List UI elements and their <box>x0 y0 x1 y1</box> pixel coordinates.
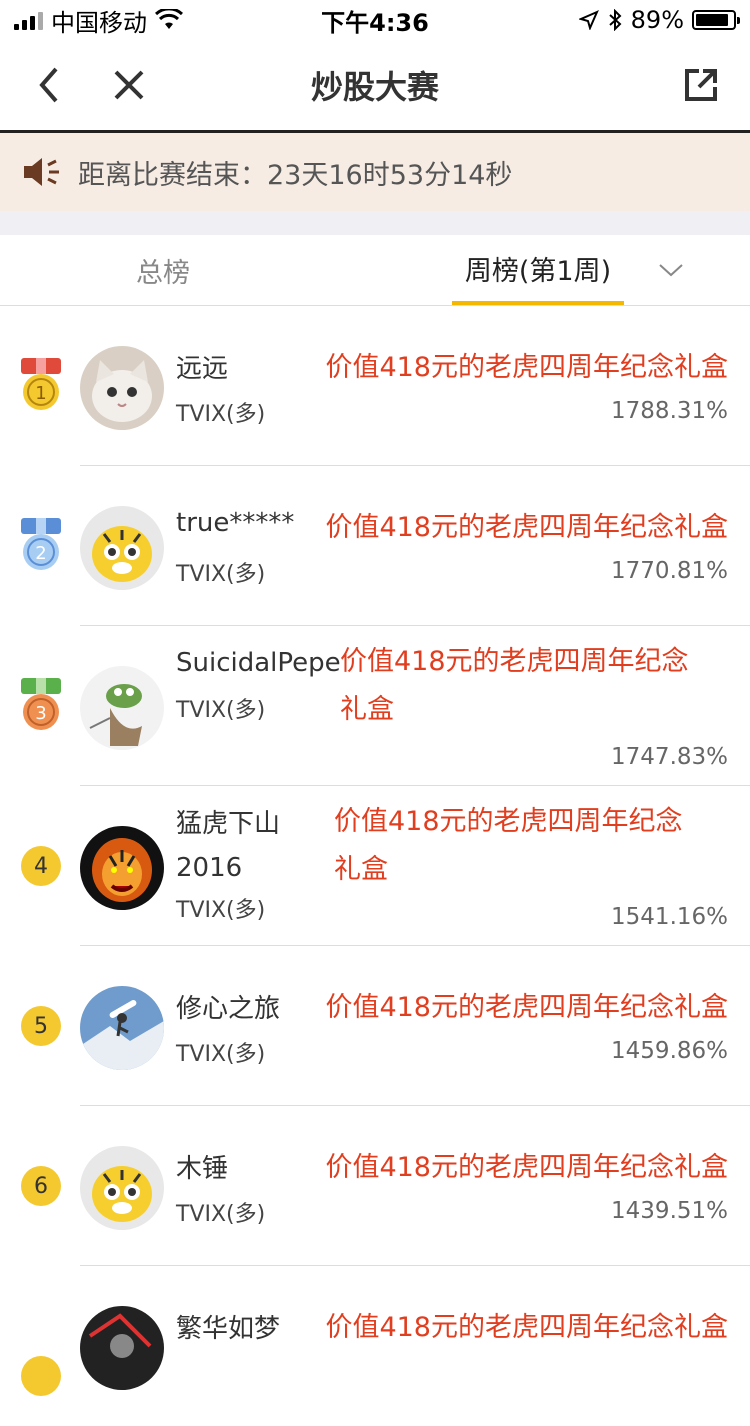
cat-avatar-icon <box>80 346 164 430</box>
avatar[interactable] <box>80 986 164 1070</box>
wifi-icon <box>155 9 183 29</box>
rank-badge: 2 <box>19 466 63 626</box>
share-button[interactable] <box>666 50 736 120</box>
rank-badge: 4 <box>19 786 63 946</box>
user-name: 远远 <box>176 354 229 384</box>
location-arrow-icon <box>578 10 599 30</box>
rank-number: 5 <box>21 1006 61 1046</box>
dark-avatar-icon <box>80 1306 164 1390</box>
user-name: true***** <box>176 508 295 538</box>
prize-text: 价值418元的老虎四周年纪念礼盒 <box>325 1152 728 1183</box>
rank-badge <box>19 1266 63 1426</box>
return-percent: 1770.81% <box>611 558 728 584</box>
svg-text:3: 3 <box>35 703 46 724</box>
rank-number <box>21 1356 61 1396</box>
prize-text: 价值418元的老虎四周年纪念 礼盒 <box>334 798 728 894</box>
battery-percent: 89% <box>630 6 684 34</box>
rank-badge: 6 <box>19 1106 63 1266</box>
avatar[interactable] <box>80 666 164 750</box>
countdown-text: 距离比赛结束：23天16时53分14秒 <box>78 159 513 191</box>
avatar[interactable] <box>80 1146 164 1230</box>
prize-line: 礼盒 <box>340 694 394 725</box>
avatar[interactable] <box>80 346 164 430</box>
silver-medal-icon: 2 <box>21 518 61 570</box>
prize-text: 价值418元的老虎四周年纪念礼盒 <box>325 512 728 543</box>
rank-badge: 5 <box>19 946 63 1106</box>
snowboard-avatar-icon <box>80 986 164 1070</box>
section-gap <box>0 211 750 235</box>
avatar[interactable] <box>80 506 164 590</box>
bronze-medal-icon: 3 <box>21 678 61 730</box>
prize-line: 价值418元的老虎四周年纪念 <box>334 806 683 837</box>
list-item[interactable]: 1 远远 TVIX(多) 价值418元的老虎四周年纪念礼盒 1788.31% <box>0 306 750 466</box>
list-item[interactable]: 5 修心之旅 TVIX(多) 价值418元的老虎四周年纪念礼盒 1459.86% <box>0 946 750 1106</box>
week-dropdown-button[interactable] <box>636 235 706 305</box>
prize-text: 价值418元的老虎四周年纪念礼盒 <box>325 992 728 1023</box>
nav-bar: 炒股大赛 <box>0 40 750 133</box>
rank-badge: 3 <box>19 626 63 786</box>
rank-badge: 1 <box>19 306 63 466</box>
avatar[interactable] <box>80 826 164 910</box>
prize-text: 价值418元的老虎四周年纪念礼盒 <box>325 1312 728 1343</box>
prize-line: 价值418元的老虎四周年纪念 <box>340 646 689 677</box>
leaderboard-tabs: 总榜 周榜(第1周) <box>0 235 750 306</box>
list-item[interactable]: 2 true***** TVIX(多) 价值418元的老虎四周年纪念礼盒 177… <box>0 466 750 626</box>
position-label: TVIX(多) <box>176 562 266 587</box>
user-name: 猛虎下山 2016 <box>176 802 280 890</box>
svg-text:2: 2 <box>35 543 46 564</box>
user-name: SuicidalPepe <box>176 648 341 678</box>
chevron-down-icon <box>659 264 683 277</box>
back-button[interactable] <box>14 50 84 120</box>
name-line: 猛虎下山 <box>176 809 281 839</box>
position-label: TVIX(多) <box>176 1042 266 1067</box>
gold-medal-icon: 1 <box>21 358 61 410</box>
battery-icon <box>692 10 740 30</box>
position-label: TVIX(多) <box>176 898 266 923</box>
return-percent: 1439.51% <box>611 1198 728 1224</box>
list-item[interactable]: 3 SuicidalPepe TVIX(多) 价值418元的老虎四周年纪念 礼盒… <box>0 626 750 786</box>
user-name: 木锤 <box>176 1154 229 1184</box>
position-label: TVIX(多) <box>176 402 266 427</box>
return-percent: 1541.16% <box>611 904 728 930</box>
list-item[interactable]: 繁华如梦 价值418元的老虎四周年纪念礼盒 <box>0 1266 750 1426</box>
speaker-icon <box>24 158 59 186</box>
signal-icon <box>14 10 43 30</box>
bluetooth-icon <box>608 9 622 31</box>
status-bar: 中国移动 下午4:36 89% <box>0 0 750 40</box>
user-name: 繁华如梦 <box>176 1314 281 1344</box>
prize-text: 价值418元的老虎四周年纪念礼盒 <box>325 352 728 383</box>
prize-text: 价值418元的老虎四周年纪念 礼盒 <box>340 638 728 734</box>
rank-number: 4 <box>21 846 61 886</box>
chevron-left-icon <box>39 67 58 103</box>
close-button[interactable] <box>94 50 164 120</box>
position-label: TVIX(多) <box>176 698 266 723</box>
tab-total[interactable]: 总榜 <box>0 235 326 305</box>
prize-line: 礼盒 <box>334 854 388 885</box>
position-label: TVIX(多) <box>176 1202 266 1227</box>
list-item[interactable]: 6 木锤 TVIX(多) 价值418元的老虎四周年纪念礼盒 1439.51% <box>0 1106 750 1266</box>
user-name: 修心之旅 <box>176 994 281 1024</box>
svg-text:1: 1 <box>35 383 46 404</box>
fire-tiger-avatar-icon <box>80 826 164 910</box>
return-percent: 1788.31% <box>611 398 728 424</box>
avatar[interactable] <box>80 1306 164 1390</box>
list-item[interactable]: 4 猛虎下山 2016 TVIX(多) 价值418元的老虎四周年纪念 礼盒 15… <box>0 786 750 946</box>
carrier-label: 中国移动 <box>51 8 147 37</box>
pepe-frog-avatar-icon <box>80 666 164 750</box>
return-percent: 1459.86% <box>611 1038 728 1064</box>
tiger-cartoon-avatar-icon <box>80 506 164 590</box>
tiger-cartoon-avatar-icon <box>80 1146 164 1230</box>
close-icon <box>114 70 144 100</box>
countdown-banner: 距离比赛结束：23天16时53分14秒 <box>0 133 750 211</box>
tab-week[interactable]: 周榜(第1周) <box>452 235 624 305</box>
leaderboard-list: 1 远远 TVIX(多) 价值418元的老虎四周年纪念礼盒 1788.31% 2… <box>0 306 750 1426</box>
name-line: 2016 <box>176 853 243 883</box>
rank-number: 6 <box>21 1166 61 1206</box>
return-percent: 1747.83% <box>611 744 728 770</box>
share-external-icon <box>685 69 717 101</box>
